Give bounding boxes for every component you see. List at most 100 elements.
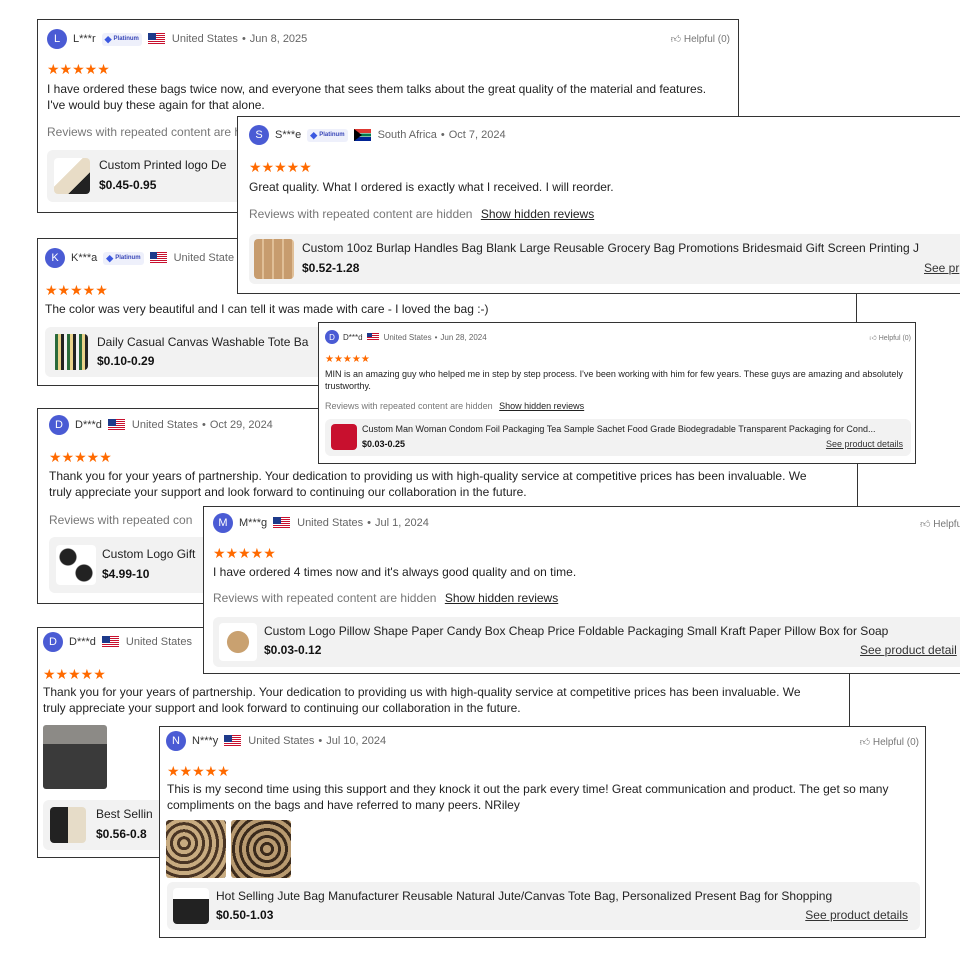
review-card: D D***d United States • Jun 28, 2024 👍︎ … (318, 322, 916, 464)
product-thumbnail (50, 807, 86, 843)
product-price: $0.10-0.29 (97, 354, 155, 368)
product-thumbnail (52, 334, 88, 370)
us-flag-icon (107, 419, 125, 431)
review-text: The color was very beautiful and I can t… (45, 302, 489, 316)
avatar: M (213, 513, 233, 533)
review-text: Thank you for your years of partnership.… (49, 469, 807, 499)
avatar: D (49, 415, 69, 435)
review-text: Thank you for your years of partnership.… (43, 685, 801, 715)
review-text: I have ordered these bags twice now, and… (47, 82, 707, 112)
product-thumbnail (54, 158, 90, 194)
review-text: This is my second time using this suppor… (167, 782, 889, 812)
review-date: Oct 7, 2024 (448, 129, 506, 141)
avatar: L (47, 29, 67, 49)
review-photo[interactable] (231, 820, 291, 878)
platinum-badge: ◆ Platinum (101, 32, 142, 46)
us-flag-icon (224, 735, 242, 747)
review-date: Oct 29, 2024 (209, 419, 273, 431)
product-box[interactable]: Custom Man Woman Condom Foil Packaging T… (325, 419, 911, 456)
avatar: D (325, 330, 339, 344)
avatar: D (43, 632, 63, 652)
thumbs-up-icon: 👍︎ (670, 34, 682, 45)
star-rating: ★★★★★ (325, 354, 370, 365)
reviewer-name: M***g (239, 517, 268, 529)
country: South Africa (377, 129, 437, 141)
product-thumbnail (331, 424, 357, 450)
reviewer-name: L***r (73, 33, 96, 45)
review-card: N N***y United States • Jul 10, 2024 👍︎ … (159, 726, 926, 938)
product-box[interactable]: Custom Logo Pillow Shape Paper Candy Box… (213, 617, 960, 667)
reviewer-name: N***y (192, 735, 219, 747)
review-date: Jul 1, 2024 (375, 517, 429, 529)
product-price: $4.99-10 (102, 567, 150, 581)
show-hidden-reviews-link[interactable]: Show hidden reviews (445, 591, 558, 605)
review-card: S S***e ◆ Platinum South Africa • Oct 7, … (237, 116, 960, 294)
product-thumbnail (56, 545, 96, 585)
us-flag-icon (101, 636, 119, 648)
product-price: $0.03-0.25 (362, 439, 406, 449)
helpful-button[interactable]: 👍︎ Helpful (0) (671, 33, 730, 45)
see-product-details-link[interactable]: See product detail (860, 643, 957, 657)
review-date: Jul 10, 2024 (326, 735, 387, 747)
za-flag-icon (353, 129, 371, 141)
reviewer-name: D***d (343, 332, 363, 342)
product-title[interactable]: Custom 10oz Burlap Handles Bag Blank Lar… (302, 241, 960, 255)
product-thumbnail (254, 239, 294, 279)
show-hidden-reviews-link[interactable]: Show hidden reviews (481, 207, 594, 221)
see-product-details-link[interactable]: See pr (924, 261, 959, 275)
diamond-icon: ◆ (106, 252, 114, 263)
star-rating: ★★★★★ (167, 763, 230, 779)
review-photo[interactable] (166, 820, 226, 878)
helpful-button[interactable]: 👍︎ Helpful (0) (869, 333, 911, 342)
product-box[interactable]: Custom 10oz Burlap Handles Bag Blank Lar… (249, 234, 960, 284)
hidden-notice: Reviews with repeated content are hidden… (325, 401, 585, 411)
review-photo[interactable] (43, 725, 107, 789)
thumbs-up-icon: 👍︎ (869, 335, 877, 342)
country: United States (297, 517, 364, 529)
diamond-icon: ◆ (310, 129, 318, 140)
see-product-details-link[interactable]: See product details (826, 439, 903, 449)
product-title[interactable]: Custom Man Woman Condom Foil Packaging T… (362, 424, 902, 434)
see-product-details-link[interactable]: See product details (805, 908, 908, 922)
helpful-button[interactable]: 👍︎ Helpful (0) (860, 736, 919, 748)
reviewer-name: D***d (75, 419, 102, 431)
review-card: M M***g United States • Jul 1, 2024 👍︎ H… (203, 506, 960, 674)
review-text: Great quality. What I ordered is exactly… (249, 180, 614, 194)
product-price: $0.50-1.03 (216, 908, 274, 922)
country: United State (173, 252, 235, 264)
platinum-badge: ◆ Platinum (103, 251, 144, 265)
avatar: N (166, 731, 186, 751)
reviewer-name: D***d (69, 636, 96, 648)
product-price: $0.56-0.8 (96, 827, 147, 841)
product-title[interactable]: Custom Logo Pillow Shape Paper Candy Box… (264, 624, 960, 638)
platinum-badge: ◆ Platinum (307, 128, 348, 142)
review-date: Jun 28, 2024 (440, 332, 487, 342)
review-date: Jun 8, 2025 (249, 33, 308, 45)
star-rating: ★★★★★ (49, 449, 112, 465)
hidden-notice: Reviews with repeated content are hidden… (213, 591, 559, 605)
us-flag-icon (149, 252, 167, 264)
product-title[interactable]: Hot Selling Jute Bag Manufacturer Reusab… (216, 889, 906, 903)
star-rating: ★★★★★ (45, 282, 108, 298)
hidden-notice: Reviews with repeated content are hidden… (249, 207, 595, 221)
reviewer-name: S***e (275, 129, 302, 141)
star-rating: ★★★★★ (43, 666, 106, 682)
star-rating: ★★★★★ (249, 159, 312, 175)
country: United States (131, 419, 198, 431)
country: United States (248, 735, 315, 747)
country: United States (171, 33, 238, 45)
hidden-notice: Reviews with repeated con (49, 513, 193, 527)
avatar: S (249, 125, 269, 145)
avatar: K (45, 248, 65, 268)
country: United States (383, 332, 432, 342)
thumbs-up-icon: 👍︎ (859, 737, 871, 748)
helpful-button[interactable]: 👍︎ Helpfu (920, 518, 960, 530)
product-price: $0.52-1.28 (302, 261, 360, 275)
product-box[interactable]: Hot Selling Jute Bag Manufacturer Reusab… (167, 882, 920, 930)
review-text: MIN is an amazing guy who helped me in s… (325, 369, 903, 391)
product-price: $0.45-0.95 (99, 178, 157, 192)
show-hidden-reviews-link[interactable]: Show hidden reviews (499, 401, 584, 411)
us-flag-icon (147, 33, 165, 45)
thumbs-up-icon: 👍︎ (920, 519, 931, 530)
reviewer-name: K***a (71, 252, 98, 264)
